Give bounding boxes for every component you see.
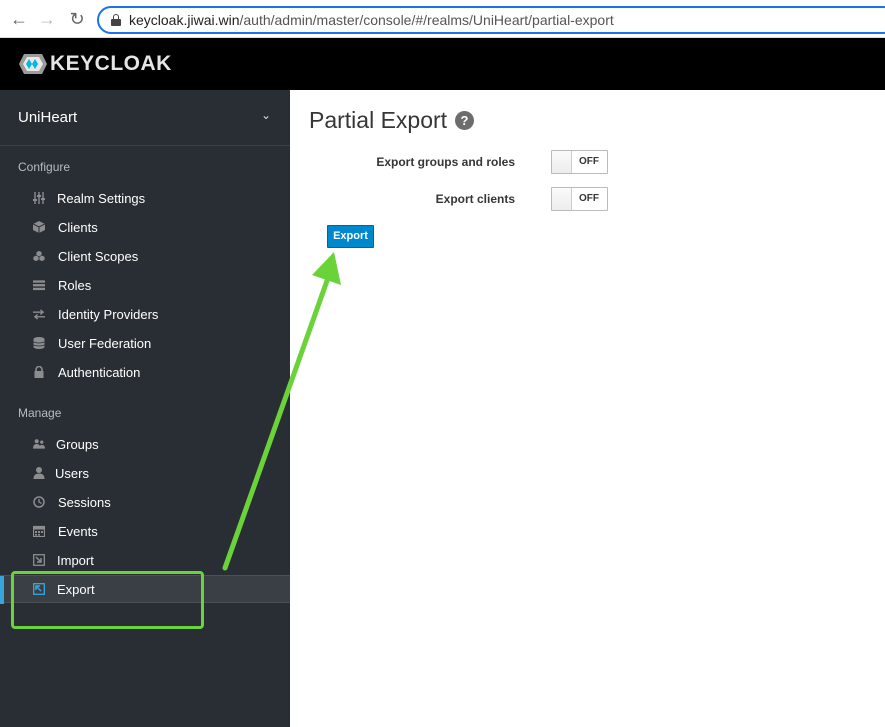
annotation-arrow [222,252,341,571]
